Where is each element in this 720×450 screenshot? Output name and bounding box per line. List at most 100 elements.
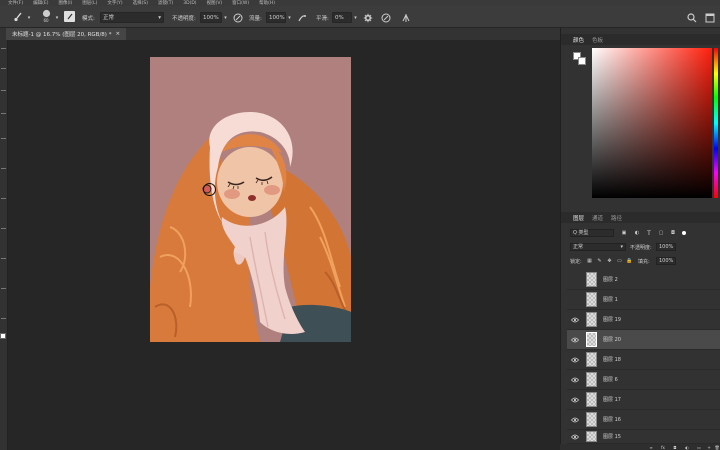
chevron-down-icon[interactable]: ▾ — [223, 15, 228, 21]
smart-object-filter-icon[interactable]: ◘ — [669, 229, 677, 237]
hue-slider[interactable] — [714, 48, 718, 198]
lock-pixels-icon[interactable]: ✎ — [596, 257, 603, 264]
layer-filter-value: Q 类型 — [573, 230, 589, 236]
chevron-down-icon[interactable]: ▾ — [26, 15, 32, 21]
layer-name: 图层 1 — [603, 297, 618, 303]
brush-size-value: 60 — [43, 18, 49, 23]
eye-icon[interactable] — [570, 432, 580, 442]
layer-opacity-value: 100% — [659, 244, 674, 250]
foreground-color-swatch[interactable] — [0, 333, 6, 339]
smoothing-input[interactable]: 0% — [332, 12, 352, 23]
tab-swatches[interactable]: 色板 — [592, 36, 603, 44]
flow-value: 100% — [269, 15, 285, 21]
opacity-value: 100% — [203, 15, 219, 21]
image-filter-icon[interactable]: ▣ — [620, 229, 628, 237]
new-group-icon[interactable]: ▭ — [696, 444, 702, 450]
gear-icon[interactable] — [362, 12, 373, 23]
chevron-down-icon[interactable]: ▾ — [353, 15, 358, 21]
lock-transparent-icon[interactable]: ▦ — [586, 257, 593, 264]
color-field[interactable] — [592, 48, 712, 198]
background-swatch[interactable] — [578, 57, 586, 65]
menu-item[interactable]: 3D(D) — [183, 1, 196, 6]
layer-name: 图层 15 — [603, 434, 621, 440]
fill-value: 100% — [659, 258, 674, 264]
workspace-icon[interactable] — [704, 12, 715, 23]
layer-opacity-input[interactable]: 100% — [656, 243, 676, 251]
mode-select[interactable]: 正常 ▾ — [100, 12, 164, 23]
document-tab-title: 未标题-1 @ 16.7% (图层 20, RGB/8) * — [12, 32, 112, 38]
layer-row[interactable]: 图层 16 — [567, 410, 720, 430]
layer-thumbnail — [586, 312, 597, 327]
tab-paths[interactable]: 路径 — [611, 214, 622, 222]
mode-value: 正常 — [103, 15, 115, 21]
tab-layers[interactable]: 图层 — [573, 214, 584, 222]
layer-name: 图层 6 — [603, 377, 618, 383]
eye-icon[interactable] — [570, 395, 580, 405]
visibility-toggle-empty[interactable] — [570, 295, 580, 305]
layer-row[interactable]: 图层 18 — [567, 350, 720, 370]
tab-color[interactable]: 颜色 — [573, 36, 584, 44]
fx-icon[interactable]: fx — [660, 444, 666, 450]
layer-thumbnail — [586, 412, 597, 427]
eye-icon[interactable] — [570, 315, 580, 325]
layer-name: 图层 19 — [603, 317, 621, 323]
layers-panel-tabs: 图层 通道 路径 — [561, 212, 720, 223]
layer-row[interactable]: 图层 1 — [567, 290, 720, 310]
fill-label: 填充: — [638, 259, 650, 265]
lock-artboard-icon[interactable]: ▭ — [616, 257, 623, 264]
layer-thumbnail — [586, 372, 597, 387]
link-layers-icon[interactable]: ∞ — [648, 444, 654, 450]
layer-filter-select[interactable]: Q 类型 — [570, 229, 614, 237]
eye-icon[interactable] — [570, 415, 580, 425]
layer-row-selected[interactable]: 图层 20 — [567, 330, 720, 350]
adjustment-filter-icon[interactable]: ◐ — [633, 229, 641, 237]
brush-preset-picker[interactable]: 60 — [38, 8, 54, 24]
tab-channels[interactable]: 通道 — [592, 214, 603, 222]
brush-settings-icon[interactable] — [64, 11, 75, 22]
pressure-opacity-icon[interactable] — [232, 12, 243, 23]
layer-row[interactable]: 图层 19 — [567, 310, 720, 330]
layer-thumbnail — [586, 352, 597, 367]
lock-all-icon[interactable]: 🔒 — [626, 257, 633, 264]
filter-toggle-icon[interactable] — [682, 231, 686, 235]
eye-icon[interactable] — [570, 335, 580, 345]
chevron-down-icon[interactable]: ▾ — [54, 15, 60, 21]
opacity-input[interactable]: 100% — [200, 12, 222, 23]
layer-name: 图层 20 — [603, 337, 621, 343]
eye-icon[interactable] — [570, 375, 580, 385]
search-icon[interactable] — [686, 12, 697, 23]
layer-thumbnail — [586, 292, 597, 307]
symmetry-icon[interactable] — [400, 12, 411, 23]
artboard[interactable] — [150, 57, 351, 342]
close-icon[interactable]: × — [115, 31, 120, 37]
fill-input[interactable]: 100% — [656, 257, 676, 265]
layer-thumbnail — [586, 431, 597, 442]
shape-filter-icon[interactable]: ▢ — [657, 229, 665, 237]
document-tab[interactable]: 未标题-1 @ 16.7% (图层 20, RGB/8) * × — [6, 28, 127, 40]
chevron-down-icon[interactable]: ▾ — [287, 15, 292, 21]
new-layer-icon[interactable]: + — [706, 444, 712, 450]
flow-input[interactable]: 100% — [266, 12, 286, 23]
layer-row[interactable]: 图层 6 — [567, 370, 720, 390]
adjustment-layer-icon[interactable]: ◐ — [684, 444, 690, 450]
layer-row[interactable]: 图层 2 — [567, 270, 720, 290]
layer-row[interactable]: 图层 15 — [567, 430, 720, 444]
mask-icon[interactable]: ◘ — [672, 444, 678, 450]
opacity-label: 不透明度: — [172, 16, 196, 22]
tools-panel[interactable] — [0, 28, 8, 450]
lock-label: 锁定: — [570, 259, 582, 265]
layer-name: 图层 17 — [603, 397, 621, 403]
layer-thumbnail — [586, 392, 597, 407]
brush-cursor — [203, 183, 216, 196]
airbrush-icon[interactable] — [296, 12, 307, 23]
layer-row[interactable]: 图层 17 — [567, 390, 720, 410]
trash-icon[interactable]: 🗑 — [714, 444, 720, 450]
pressure-size-icon[interactable] — [380, 12, 391, 23]
type-filter-icon[interactable]: T — [645, 229, 653, 237]
blend-mode-select[interactable]: 正常 ▾ — [570, 243, 626, 251]
lock-position-icon[interactable]: ✥ — [606, 257, 613, 264]
layer-name: 图层 16 — [603, 417, 621, 423]
brush-tool-icon[interactable] — [12, 11, 24, 23]
visibility-toggle-empty[interactable] — [570, 275, 580, 285]
eye-icon[interactable] — [570, 355, 580, 365]
